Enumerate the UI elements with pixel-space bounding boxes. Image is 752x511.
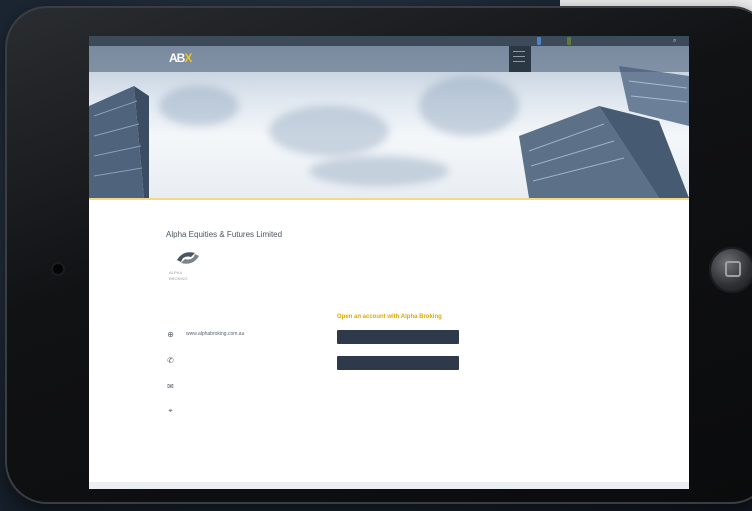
- globe-icon: ⊕: [167, 330, 174, 339]
- cloud-shape: [309, 156, 449, 186]
- cloud-shape: [159, 86, 239, 126]
- phone-icon: ✆: [167, 356, 174, 365]
- dropdown-item[interactable]: [513, 61, 525, 62]
- partner-logo-text: ALPHA BROKING: [169, 270, 188, 281]
- section-divider: [89, 198, 689, 200]
- top-utility-bar: ⌕: [89, 36, 689, 46]
- open-account-button[interactable]: [337, 330, 459, 344]
- home-button[interactable]: [709, 247, 752, 293]
- dropdown-item[interactable]: [513, 56, 525, 57]
- camera-icon: [53, 264, 63, 274]
- site-logo[interactable]: ABX: [169, 51, 213, 65]
- topbar-green-button[interactable]: [567, 37, 571, 45]
- search-icon[interactable]: ⌕: [673, 36, 676, 46]
- secondary-account-button[interactable]: [337, 356, 459, 370]
- open-account-heading: Open an account with Alpha Broking: [337, 314, 442, 320]
- footer: [89, 482, 689, 489]
- cloud-shape: [269, 106, 389, 156]
- topbar-blue-button[interactable]: [537, 37, 541, 45]
- dropdown-item[interactable]: [513, 51, 525, 52]
- logo-text: AB: [169, 51, 185, 65]
- left-building-illustration: [89, 86, 149, 198]
- page-title: Alpha Equities & Futures Limited: [166, 230, 283, 239]
- cloud-shape: [419, 76, 519, 136]
- email-icon: ✉: [167, 382, 174, 391]
- partner-logo-mark-icon: [177, 252, 199, 264]
- location-pin-icon: ⌖: [168, 406, 173, 415]
- partner-logo: ALPHA BROKING: [169, 250, 209, 294]
- home-square-icon: [725, 261, 741, 277]
- website-link[interactable]: www.alphabroking.com.au: [186, 331, 244, 337]
- logo-accent: X: [184, 51, 192, 65]
- right-building-illustration: [519, 66, 689, 198]
- screen: ⌕ ABX Alpha Equities & Futures Limited A…: [89, 36, 689, 489]
- topbar-dropdown-menu[interactable]: [509, 46, 531, 72]
